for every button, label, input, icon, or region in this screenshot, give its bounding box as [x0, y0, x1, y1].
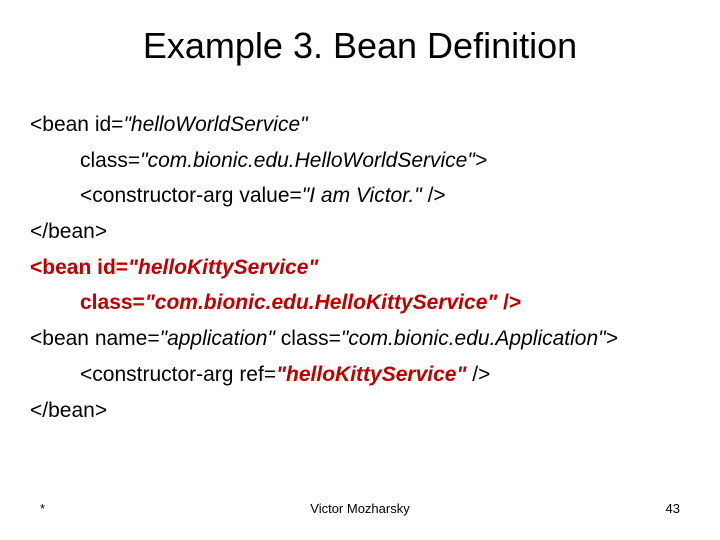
code-text: "helloWorldService" [123, 113, 307, 136]
code-text: "helloKittyService" [128, 256, 318, 279]
code-line: <bean id="helloKittyService" [30, 250, 690, 286]
code-text: "helloKittyService" [276, 363, 466, 386]
code-line: class="com.bionic.edu.HelloKittyService"… [30, 285, 690, 321]
code-text: /> [466, 363, 490, 386]
code-text: <constructor-arg ref= [80, 363, 276, 386]
footer: * Victor Mozharsky 43 [0, 501, 720, 516]
code-block: <bean id="helloWorldService" class="com.… [30, 107, 690, 428]
code-text: /> [422, 184, 446, 207]
slide-title: Example 3. Bean Definition [30, 25, 690, 67]
code-text: "application" [160, 327, 275, 350]
footer-left: * [40, 501, 45, 516]
code-text: /> [497, 291, 521, 314]
slide: Example 3. Bean Definition <bean id="hel… [0, 0, 720, 540]
code-line: <bean id="helloWorldService" [30, 107, 690, 143]
code-line: <constructor-arg ref="helloKittyService"… [30, 357, 690, 393]
footer-author: Victor Mozharsky [310, 501, 409, 516]
code-text: "com.bionic.edu.HelloKittyService" [145, 291, 498, 314]
code-text: <bean name= [30, 327, 160, 350]
code-text: class= [80, 149, 140, 172]
code-line: <bean name="application" class="com.bion… [30, 321, 690, 357]
code-text: "com.bionic.edu.HelloWorldService"> [140, 149, 487, 172]
code-text: </bean> [30, 220, 107, 243]
code-line: <constructor-arg value="I am Victor." /> [30, 178, 690, 214]
page-number: 43 [666, 501, 680, 516]
code-text: </bean> [30, 399, 107, 422]
code-text: <constructor-arg value= [80, 184, 302, 207]
code-text: <bean id= [30, 113, 123, 136]
code-text: "com.bionic.edu.Application"> [341, 327, 618, 350]
code-text: <bean id= [30, 256, 128, 279]
code-text: class= [275, 327, 341, 350]
code-line: class="com.bionic.edu.HelloWorldService"… [30, 143, 690, 179]
code-line: </bean> [30, 393, 690, 429]
code-text: "I am Victor." [302, 184, 422, 207]
code-line: </bean> [30, 214, 690, 250]
code-text: class= [80, 291, 145, 314]
